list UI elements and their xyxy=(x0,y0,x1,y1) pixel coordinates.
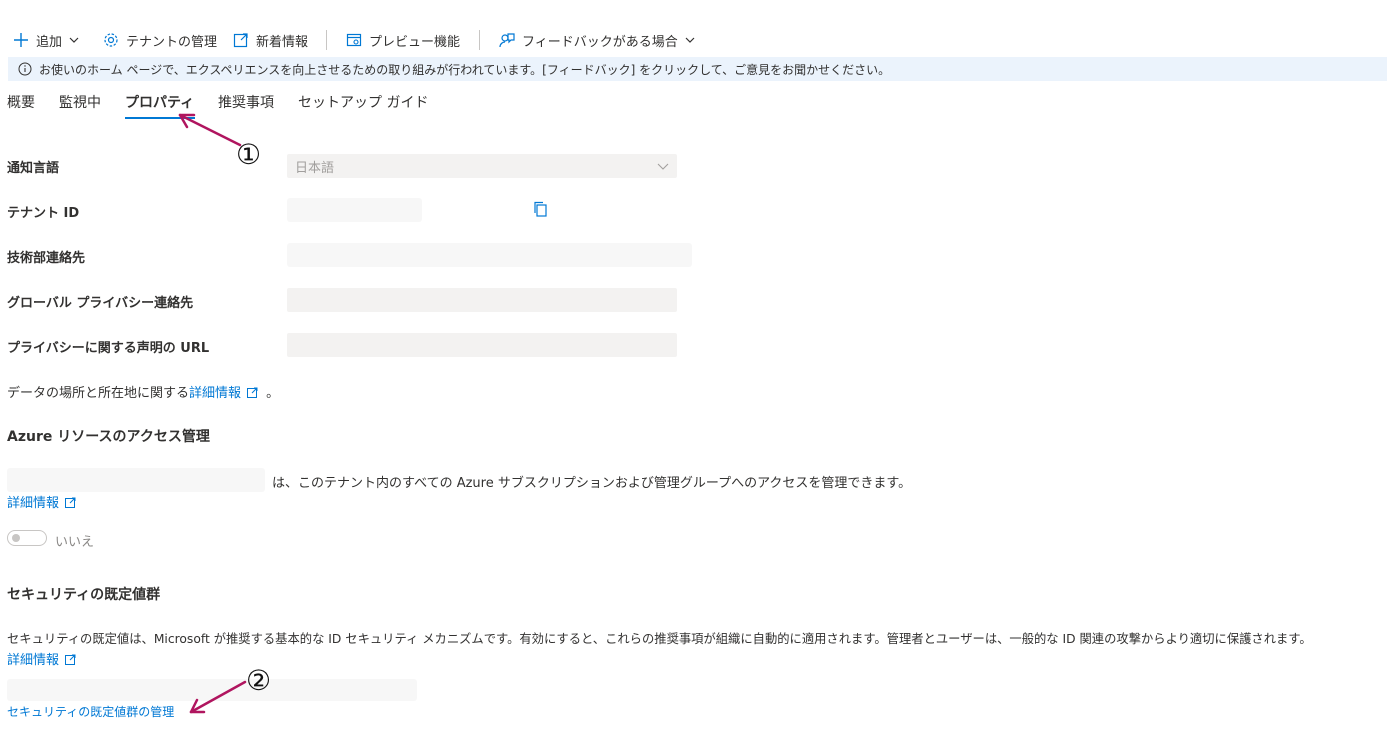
global-privacy-contact-input[interactable] xyxy=(287,288,677,312)
banner-text: お使いのホーム ページで、エクスペリエンスを向上させるための取り組みが行われてい… xyxy=(39,62,891,77)
technical-contact-label: 技術部連絡先 xyxy=(7,251,86,266)
privacy-statement-url-input[interactable] xyxy=(287,333,677,357)
tab-overview[interactable]: 概要 xyxy=(7,92,35,112)
copy-icon[interactable] xyxy=(532,201,548,217)
annotation-marker-1: ① xyxy=(236,138,262,171)
add-label: 追加 xyxy=(36,34,63,50)
feedback-label: フィードバックがある場合 xyxy=(522,34,678,50)
external-link-icon xyxy=(65,654,76,665)
feedback-icon xyxy=(498,31,516,49)
azure-access-heading: Azure リソースのアクセス管理 xyxy=(7,429,210,445)
toolbar-divider xyxy=(326,30,327,50)
data-location-learn-more-link[interactable]: 詳細情報 xyxy=(189,386,241,401)
azure-access-learn-more: 詳細情報 xyxy=(7,492,76,511)
command-bar: 追加 テナントの管理 新着情報 プレビュー機能 フィードバックがある場合 xyxy=(0,24,1387,56)
tab-monitoring[interactable]: 監視中 xyxy=(59,92,101,112)
technical-contact-value-redacted[interactable] xyxy=(287,243,692,267)
security-defaults-heading: セキュリティの既定値群 xyxy=(7,587,161,603)
user-name-redacted xyxy=(7,468,265,492)
plus-icon xyxy=(12,31,30,49)
annotation-marker-2: ② xyxy=(246,664,272,697)
azure-access-toggle-label: いいえ xyxy=(55,535,95,550)
azure-access-description: は、このテナント内のすべての Azure サブスクリプションおよび管理グループへ… xyxy=(272,476,912,491)
toggle-knob xyxy=(12,534,20,542)
add-button[interactable]: 追加 xyxy=(12,30,80,50)
whats-new-label: 新着情報 xyxy=(256,34,309,50)
feedback-button[interactable]: フィードバックがある場合 xyxy=(498,30,696,50)
tenant-id-value-redacted xyxy=(287,198,422,222)
chevron-down-icon xyxy=(684,34,696,46)
notification-language-label: 通知言語 xyxy=(7,161,60,176)
azure-access-toggle[interactable] xyxy=(7,530,47,546)
tenant-id-label: テナント ID xyxy=(7,206,80,221)
external-link-icon xyxy=(65,497,76,508)
notification-language-value: 日本語 xyxy=(295,160,335,176)
manage-tenant-button[interactable]: テナントの管理 xyxy=(102,30,217,50)
chevron-down-icon xyxy=(657,160,669,172)
azure-access-learn-more-link[interactable]: 詳細情報 xyxy=(7,496,59,511)
privacy-statement-url-label: プライバシーに関する声明の URL xyxy=(7,341,210,356)
external-link-icon xyxy=(232,31,250,49)
info-banner: お使いのホーム ページで、エクスペリエンスを向上させるための取り組みが行われてい… xyxy=(8,57,1387,81)
toolbar-divider xyxy=(479,30,480,50)
manage-security-defaults-link[interactable]: セキュリティの既定値群の管理 xyxy=(7,703,174,720)
data-location-prefix: データの場所と所在地に関する xyxy=(7,386,190,401)
preview-icon xyxy=(345,31,363,49)
chevron-down-icon xyxy=(68,34,80,46)
global-privacy-contact-label: グローバル プライバシー連絡先 xyxy=(7,296,194,311)
preview-features-label: プレビュー機能 xyxy=(369,34,461,50)
whats-new-button[interactable]: 新着情報 xyxy=(232,30,308,50)
tab-setup-guide[interactable]: セットアップ ガイド xyxy=(298,92,428,112)
data-location-text: データの場所と所在地に関する詳細情報 。 xyxy=(7,382,279,401)
notification-language-dropdown[interactable]: 日本語 xyxy=(287,154,677,178)
annotation-arrow-2 xyxy=(189,680,247,714)
info-icon xyxy=(18,62,32,76)
external-link-icon xyxy=(247,387,258,398)
manage-tenant-label: テナントの管理 xyxy=(126,34,218,50)
preview-features-button[interactable]: プレビュー機能 xyxy=(345,30,460,50)
security-defaults-description: セキュリティの既定値は、Microsoft が推奨する基本的な ID セキュリテ… xyxy=(7,632,1312,646)
security-defaults-learn-more-link[interactable]: 詳細情報 xyxy=(7,653,59,668)
security-defaults-learn-more: 詳細情報 xyxy=(7,649,76,668)
data-location-suffix: 。 xyxy=(266,386,280,401)
gear-icon xyxy=(102,31,120,49)
